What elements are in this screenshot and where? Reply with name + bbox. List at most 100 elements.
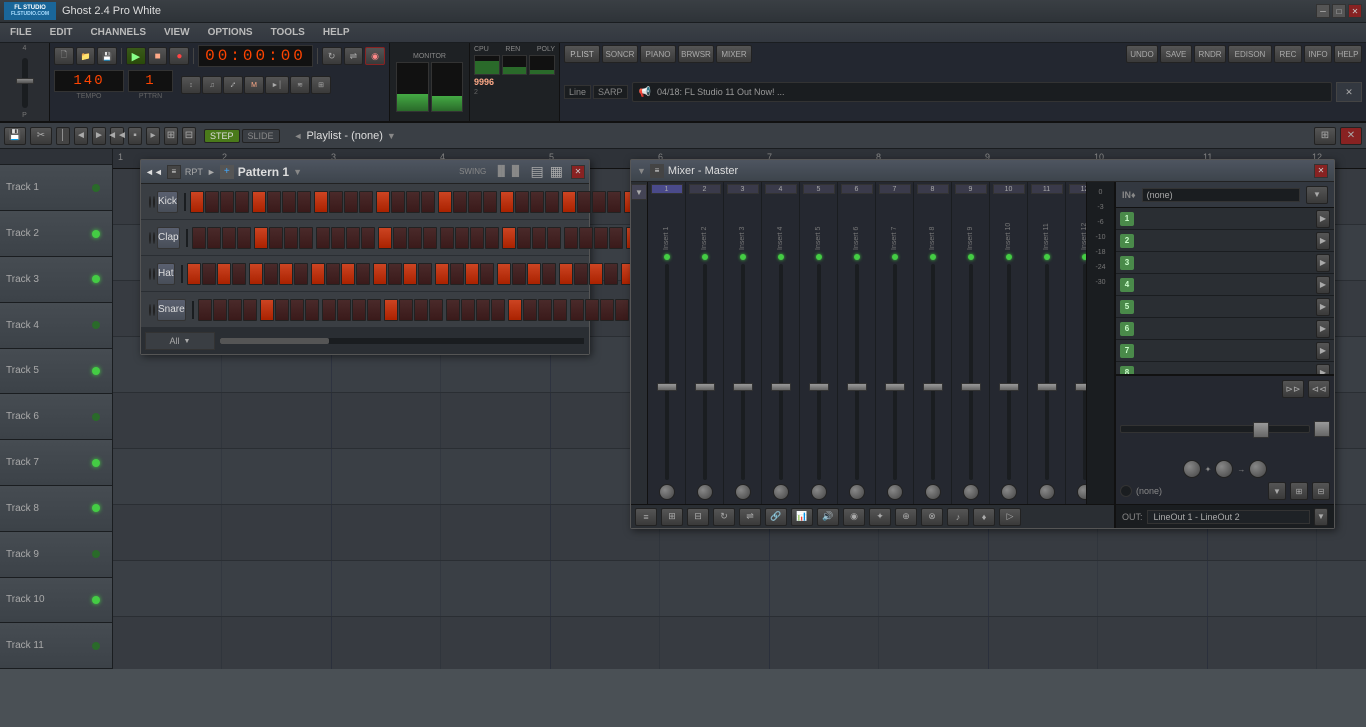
- mixer-knob-2[interactable]: [1215, 460, 1233, 478]
- open-button[interactable]: 📁: [76, 47, 96, 65]
- ch-fader-handle-5[interactable]: [809, 383, 829, 391]
- clap-pad-10[interactable]: [331, 227, 345, 249]
- arp-button[interactable]: ≋: [290, 76, 310, 94]
- kick-pad-28[interactable]: [607, 191, 621, 213]
- clap-pad-27[interactable]: [594, 227, 608, 249]
- metro-button[interactable]: ⑇: [223, 76, 243, 94]
- ch-led-6[interactable]: [854, 254, 860, 260]
- mixer-rew-btn[interactable]: ⊲⊲: [1308, 380, 1330, 398]
- kick-pad-19[interactable]: [468, 191, 482, 213]
- mixer-tb-9[interactable]: ◉: [843, 508, 865, 526]
- snare-pad-8[interactable]: [305, 299, 319, 321]
- track-2[interactable]: Track 2: [0, 211, 112, 257]
- slot-4-open-btn[interactable]: ▶: [1316, 276, 1330, 294]
- mixer-knobs-row-extra-2[interactable]: ⊟: [1312, 482, 1330, 500]
- clap-pad-20[interactable]: [485, 227, 499, 249]
- kick-pad-17[interactable]: [438, 191, 452, 213]
- mixer-arrow-btn[interactable]: ▼: [631, 184, 647, 200]
- snare-pad-3[interactable]: [228, 299, 242, 321]
- record-button[interactable]: ●: [169, 47, 189, 65]
- snare-pad-11[interactable]: [352, 299, 366, 321]
- kick-pad-25[interactable]: [562, 191, 576, 213]
- mixer-collapse-icon[interactable]: ▼: [637, 166, 646, 176]
- ch-fader-track-10[interactable]: [1007, 264, 1011, 480]
- snare-pad-16[interactable]: [429, 299, 443, 321]
- master-vol-fader[interactable]: [16, 78, 34, 84]
- ch-fader-handle-3[interactable]: [733, 383, 753, 391]
- menu-tools[interactable]: TooLs: [263, 25, 313, 40]
- track-10[interactable]: Track 10: [0, 578, 112, 624]
- mixer-tb-15[interactable]: ▷: [999, 508, 1021, 526]
- hat-pad-6[interactable]: [264, 263, 278, 285]
- clap-pad-18[interactable]: [455, 227, 469, 249]
- ch-num-2[interactable]: 2: [689, 184, 721, 194]
- slot-7-open-btn[interactable]: ▶: [1316, 342, 1330, 360]
- ch-knob-4[interactable]: [773, 484, 789, 500]
- hat-pad-24[interactable]: [542, 263, 556, 285]
- master-pan-knob[interactable]: [1314, 421, 1330, 437]
- kick-pad-2[interactable]: [205, 191, 219, 213]
- slot-2-open-btn[interactable]: ▶: [1316, 232, 1330, 250]
- master-fader-track[interactable]: [1120, 425, 1310, 433]
- save-quick-button[interactable]: 💾: [97, 47, 117, 65]
- ch-fader-handle-7[interactable]: [885, 383, 905, 391]
- clap-pad-23[interactable]: [532, 227, 546, 249]
- snare-pad-5[interactable]: [260, 299, 274, 321]
- hat-pad-17[interactable]: [435, 263, 449, 285]
- menu-options[interactable]: OPTIONs: [200, 25, 261, 40]
- kick-pad-21[interactable]: [500, 191, 514, 213]
- ch-fader-track-8[interactable]: [931, 264, 935, 480]
- ch-led-11[interactable]: [1044, 254, 1050, 260]
- kick-pad-27[interactable]: [592, 191, 606, 213]
- snare-pad-21[interactable]: [508, 299, 522, 321]
- menu-channels[interactable]: CHANNELS: [82, 25, 154, 40]
- snare-pad-1[interactable]: [198, 299, 212, 321]
- rndr-button[interactable]: RNDR: [1194, 45, 1226, 63]
- track-11[interactable]: Track 11: [0, 623, 112, 669]
- kick-pad-26[interactable]: [577, 191, 591, 213]
- snare-pad-17[interactable]: [446, 299, 460, 321]
- snare-pad-27[interactable]: [600, 299, 614, 321]
- mixer-tb-12[interactable]: ⊗: [921, 508, 943, 526]
- mixer-slot-8[interactable]: 8 ▶: [1116, 362, 1334, 374]
- ch-led-5[interactable]: [816, 254, 822, 260]
- kick-pad-6[interactable]: [267, 191, 281, 213]
- snare-pad-18[interactable]: [461, 299, 475, 321]
- snare-pan[interactable]: [153, 304, 155, 316]
- snare-pad-7[interactable]: [290, 299, 304, 321]
- clap-pad-19[interactable]: [470, 227, 484, 249]
- ch-led-10[interactable]: [1006, 254, 1012, 260]
- hat-pad-12[interactable]: [356, 263, 370, 285]
- clap-pad-8[interactable]: [299, 227, 313, 249]
- hat-instrument[interactable]: Hat: [157, 263, 175, 285]
- hat-pad-14[interactable]: [388, 263, 402, 285]
- rec-button[interactable]: REC: [1274, 45, 1302, 63]
- clap-pad-14[interactable]: [393, 227, 407, 249]
- mixer-knob-3[interactable]: [1249, 460, 1267, 478]
- mixer-tb-5[interactable]: ⇌: [739, 508, 761, 526]
- hat-pan[interactable]: [153, 268, 155, 280]
- kick-pad-7[interactable]: [282, 191, 296, 213]
- arp-button2[interactable]: ⊞: [311, 76, 331, 94]
- kick-pad-5[interactable]: [252, 191, 266, 213]
- clap-pad-15[interactable]: [408, 227, 422, 249]
- mixer-tb-3[interactable]: ⊟: [687, 508, 709, 526]
- clap-pad-5[interactable]: [254, 227, 268, 249]
- playlist-tb-8[interactable]: ▸: [146, 127, 160, 145]
- hat-pad-5[interactable]: [249, 263, 263, 285]
- kick-pad-3[interactable]: [220, 191, 234, 213]
- plist-button[interactable]: P.LIST: [564, 45, 600, 63]
- loop-button[interactable]: ↻: [322, 47, 342, 65]
- close-button[interactable]: ✕: [1348, 4, 1362, 18]
- clap-pad-12[interactable]: [361, 227, 375, 249]
- clap-pad-6[interactable]: [269, 227, 283, 249]
- news-ticker[interactable]: 📢 04/18: FL Studio 11 Out Now! ...: [632, 82, 1332, 102]
- info-button[interactable]: INFO: [1304, 45, 1332, 63]
- snare-vol[interactable]: [149, 304, 151, 316]
- mixer-tb-8[interactable]: 🔊: [817, 508, 839, 526]
- ch-num-10[interactable]: 10: [993, 184, 1025, 194]
- beat-seq-menu-btn[interactable]: ≡: [167, 165, 181, 179]
- kick-pad-23[interactable]: [530, 191, 544, 213]
- mixer-ff-btn[interactable]: ⊳⊳: [1282, 380, 1304, 398]
- ch-knob-10[interactable]: [1001, 484, 1017, 500]
